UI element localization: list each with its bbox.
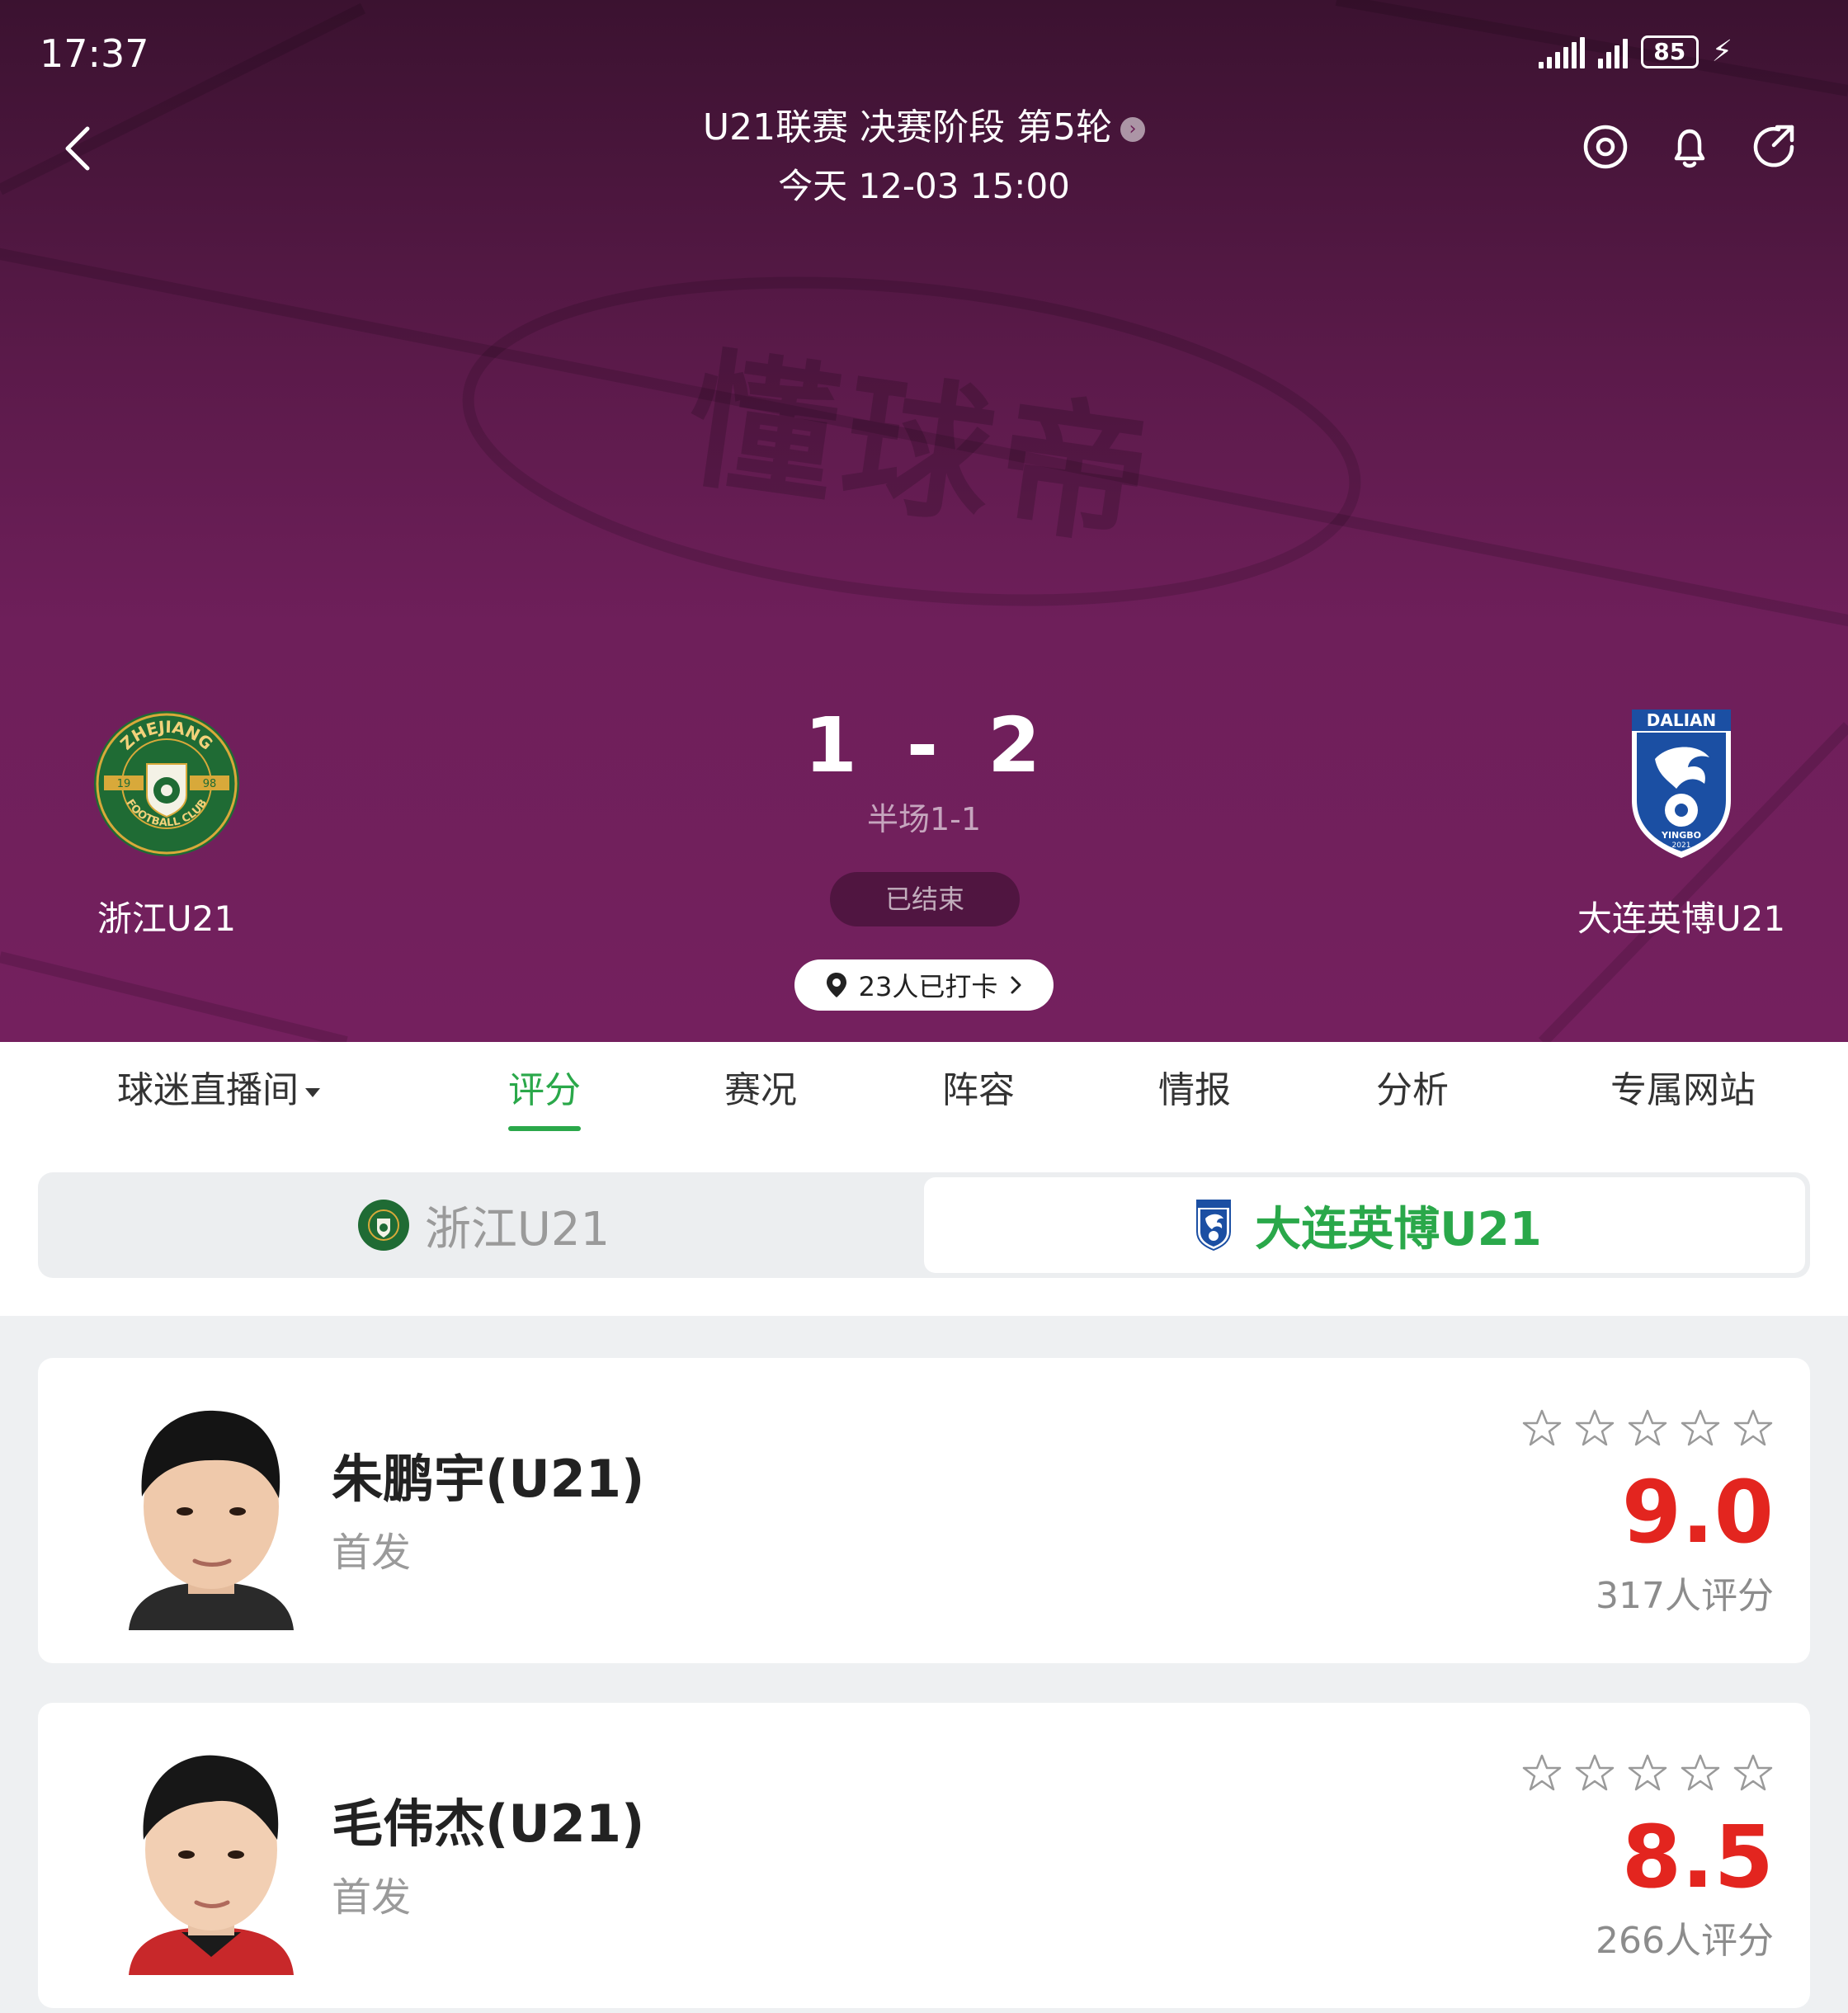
scoreline: 1-2 [0, 701, 1848, 790]
star-icon[interactable] [1680, 1407, 1721, 1449]
team-switch: 浙江U21 大连英博U21 [38, 1172, 1810, 1278]
chevron-right-icon [1011, 976, 1021, 994]
active-tab-indicator [508, 1126, 581, 1131]
away-score: 2 [988, 701, 1044, 790]
star-icon[interactable] [1574, 1407, 1615, 1449]
share-icon[interactable] [1749, 122, 1798, 172]
player-name: 朱鹏宇(U21) [332, 1449, 645, 1509]
player-rating-score: 8.5 [1621, 1807, 1774, 1907]
rater-count: 266人评分 [1596, 1920, 1774, 1962]
star-icon[interactable] [1521, 1752, 1563, 1794]
battery-icon: 85 [1640, 35, 1699, 68]
away-team-name: 大连英博U21 [1577, 898, 1786, 939]
tab-match-events[interactable]: 赛况 [724, 1042, 797, 1134]
signal-icon [1538, 35, 1585, 68]
team-switch-away[interactable]: 大连英博U21 [924, 1177, 1805, 1273]
signal-icon [1597, 35, 1628, 68]
tab-label: 球迷直播间 [117, 1069, 299, 1111]
player-rating-card[interactable]: 毛伟杰(U21) 首发 8.5 266人评分 [38, 1703, 1810, 2008]
tab-label: 评分 [508, 1069, 581, 1111]
tab-bar: 球迷直播间 评分 赛况 阵容 情报 分析 专属网站 [0, 1042, 1848, 1134]
tab-official-site[interactable]: 专属网站 [1610, 1042, 1756, 1134]
rater-count: 317人评分 [1596, 1575, 1774, 1617]
player-rating-card[interactable]: 朱鹏宇(U21) 首发 9.0 317人评分 [38, 1358, 1810, 1663]
star-icon[interactable] [1521, 1407, 1563, 1449]
player-photo [129, 1755, 294, 1975]
player-role: 首发 [332, 1530, 412, 1576]
competition-title-text: U21联赛 决赛阶段 第5轮 [702, 106, 1113, 148]
star-icon[interactable] [1627, 1407, 1668, 1449]
tab-label: 情报 [1158, 1069, 1231, 1111]
score-separator: - [906, 701, 942, 790]
home-team-name: 浙江U21 [97, 898, 237, 939]
star-icon[interactable] [1680, 1752, 1721, 1794]
star-icon[interactable] [1732, 1752, 1774, 1794]
status-time: 17:37 [40, 31, 149, 76]
star-icon[interactable] [1627, 1752, 1668, 1794]
player-role: 首发 [332, 1874, 412, 1921]
halftime-score: 半场1-1 [866, 801, 982, 837]
team-switch-away-label: 大连英博U21 [1255, 1202, 1542, 1256]
checkin-label: 23人已打卡 [858, 971, 998, 1002]
team-switch-home[interactable]: 浙江U21 [43, 1177, 924, 1273]
tab-label: 专属网站 [1610, 1069, 1756, 1111]
match-datetime: 今天 12-03 15:00 [778, 166, 1070, 206]
bell-icon[interactable] [1665, 122, 1714, 172]
star-icon[interactable] [1732, 1407, 1774, 1449]
tab-analysis[interactable]: 分析 [1376, 1042, 1449, 1134]
tab-ratings[interactable]: 评分 [508, 1042, 581, 1134]
target-icon[interactable] [1581, 122, 1630, 172]
status-bar: 17:37 85 ⚡ [0, 0, 1848, 107]
star-icon[interactable] [1574, 1752, 1615, 1794]
checkin-button[interactable]: 23人已打卡 [794, 959, 1054, 1011]
logo-year: 2021 [1672, 842, 1691, 850]
dalian-yingbo-logo-icon [1196, 1200, 1232, 1252]
player-photo [129, 1410, 294, 1630]
star-rating[interactable] [1521, 1407, 1774, 1449]
tab-lineup[interactable]: 阵容 [942, 1042, 1015, 1134]
player-name: 毛伟杰(U21) [332, 1794, 645, 1854]
chevron-right-icon: › [1120, 117, 1146, 142]
tab-label: 赛况 [724, 1069, 797, 1111]
location-pin-icon [826, 973, 846, 997]
team-switch-home-label: 浙江U21 [424, 1202, 610, 1256]
caret-down-icon [305, 1087, 320, 1097]
header-actions [1581, 122, 1798, 172]
match-status-badge: 已结束 [830, 872, 1020, 926]
home-score: 1 [804, 701, 860, 790]
team-switch-section: 浙江U21 大连英博U21 [0, 1134, 1848, 1316]
star-rating[interactable] [1521, 1752, 1774, 1794]
competition-title[interactable]: U21联赛 决赛阶段 第5轮 › [0, 97, 1848, 150]
tab-label: 分析 [1376, 1069, 1449, 1111]
tab-intel[interactable]: 情报 [1158, 1042, 1231, 1134]
zhejiang-logo-icon [357, 1200, 409, 1251]
charging-icon: ⚡ [1711, 35, 1732, 68]
tab-label: 阵容 [942, 1069, 1015, 1111]
tab-fan-live[interactable]: 球迷直播间 [117, 1042, 320, 1134]
status-icons: 85 ⚡ [1538, 35, 1732, 68]
player-rating-score: 9.0 [1621, 1462, 1774, 1563]
